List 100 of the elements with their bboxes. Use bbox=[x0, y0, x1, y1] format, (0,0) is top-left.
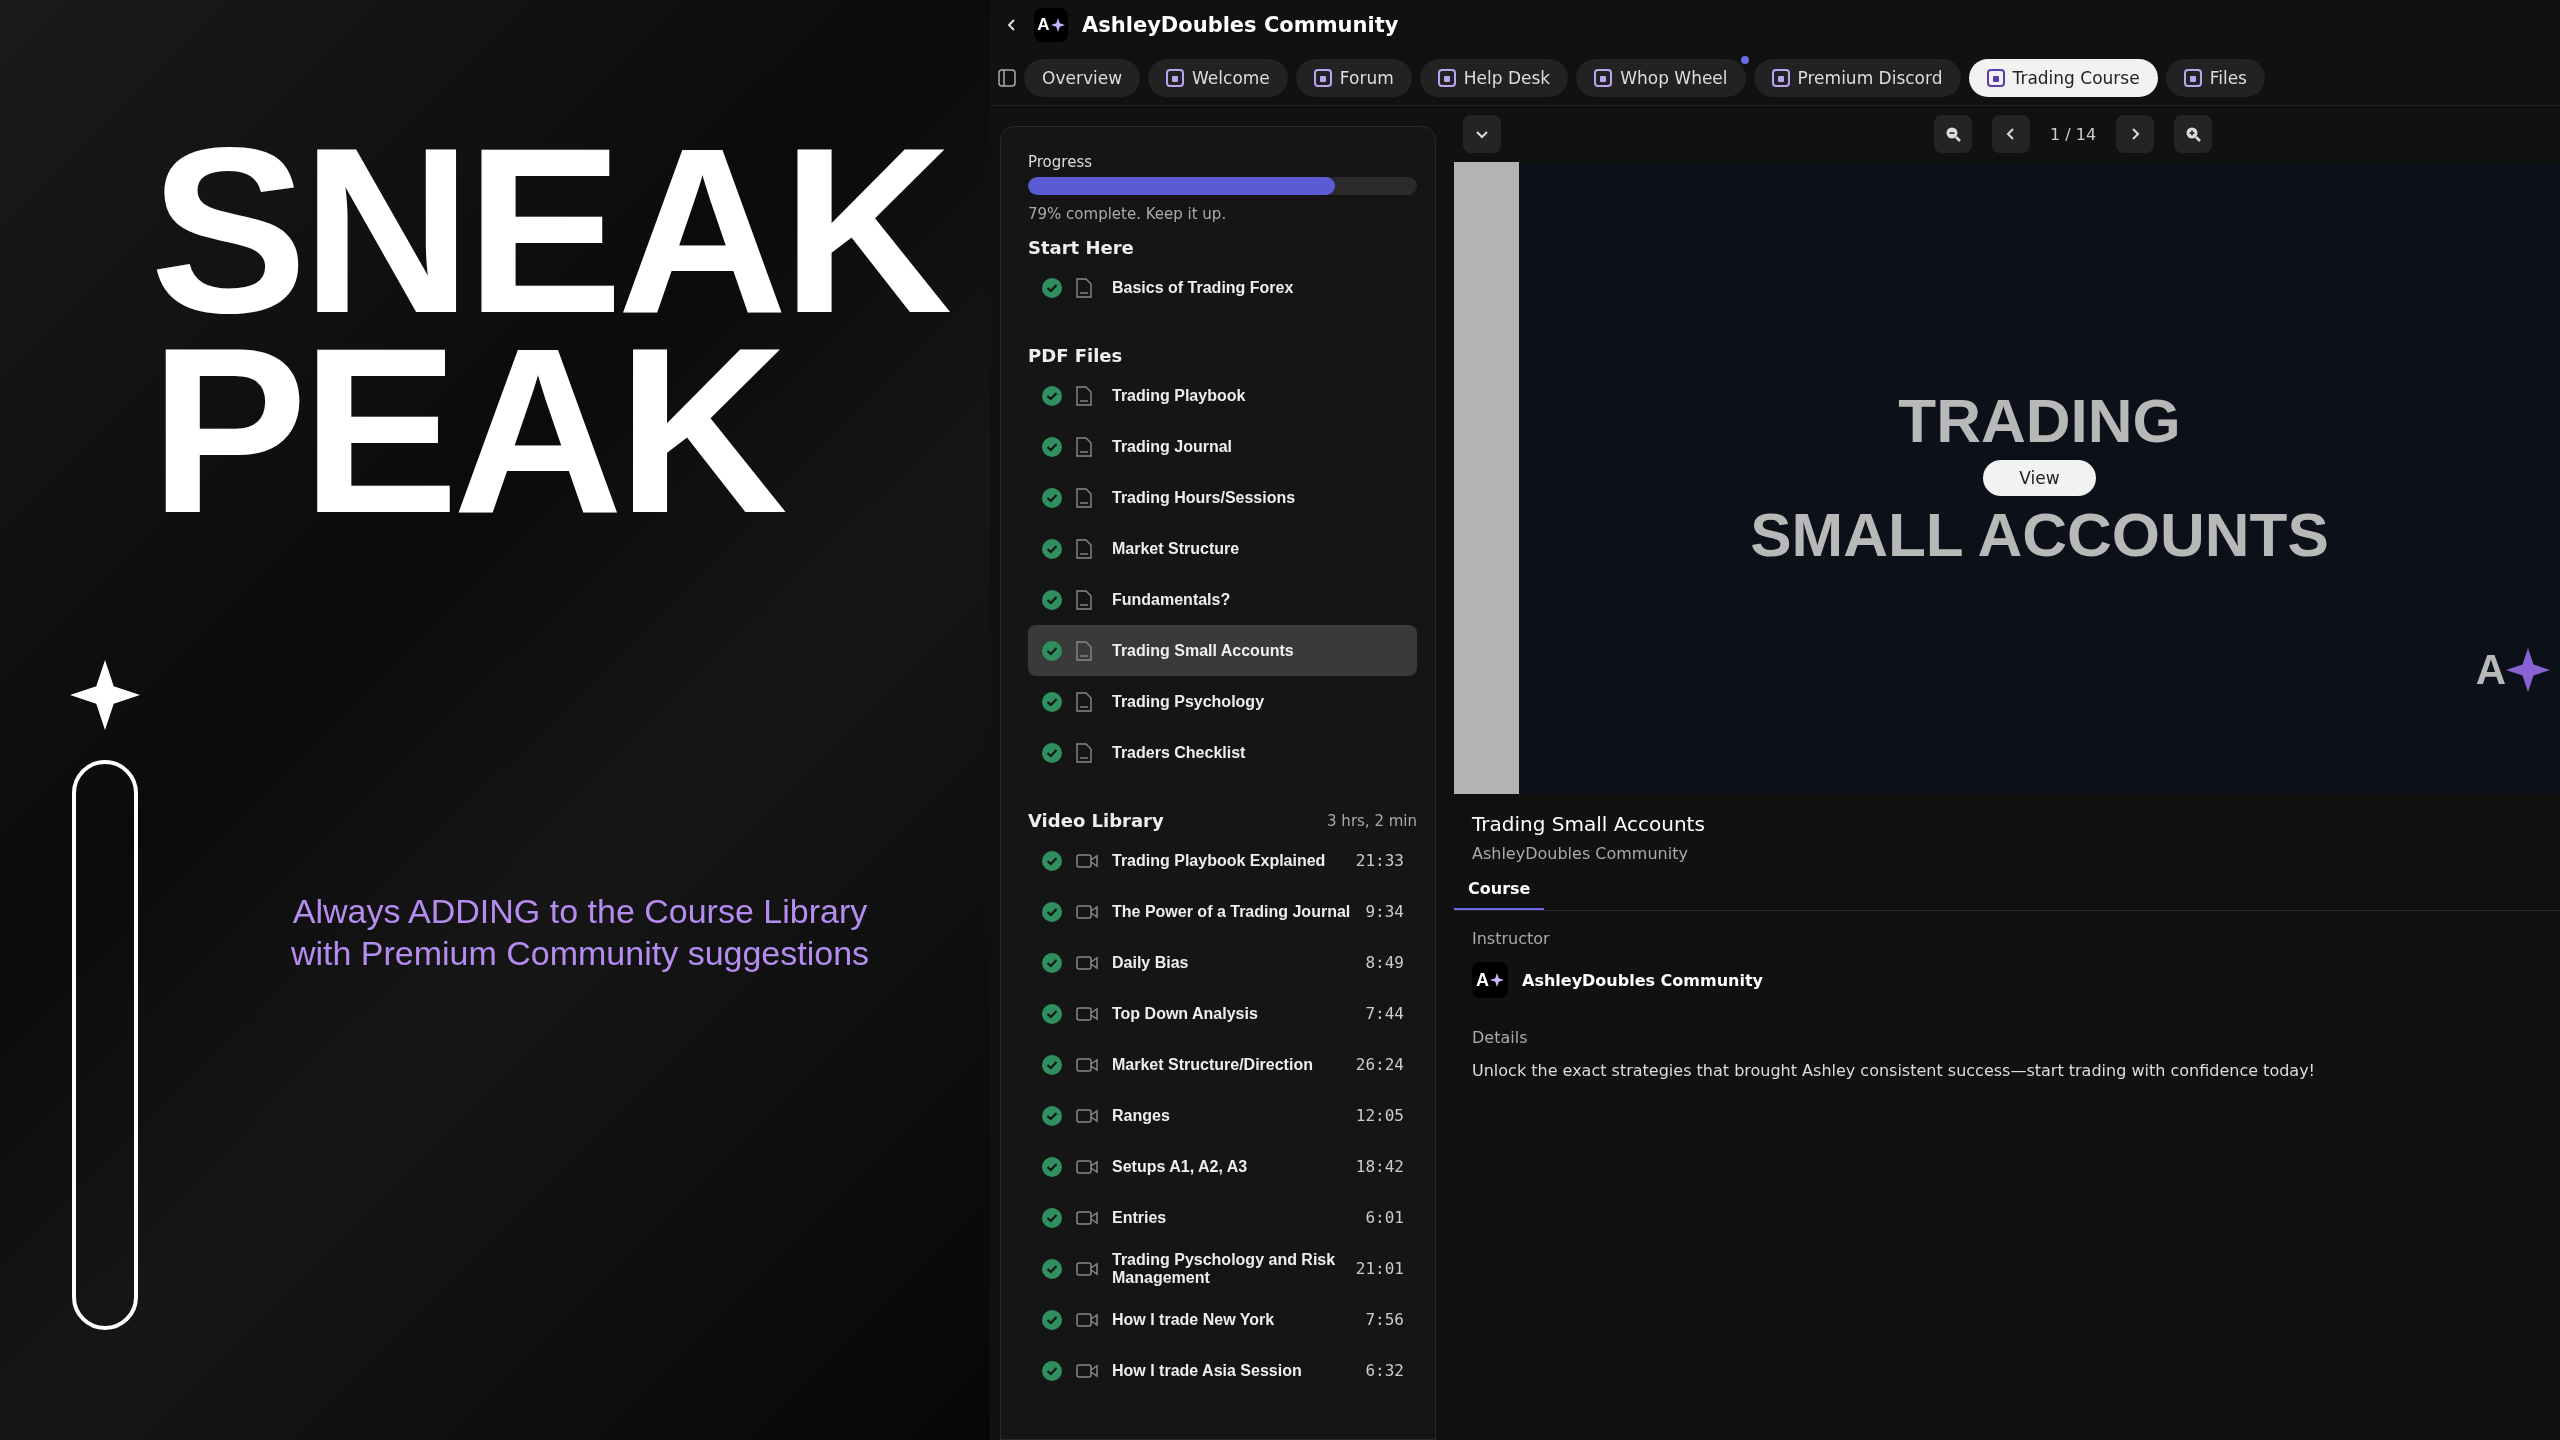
pdf-file-icon bbox=[1076, 385, 1092, 406]
lesson-title: How I trade Asia Session bbox=[1112, 1361, 1303, 1380]
app-icon bbox=[1771, 68, 1790, 87]
nav-tab[interactable]: Premium Discord bbox=[1753, 58, 1961, 97]
lesson-item[interactable]: How I trade Asia Session 6:32 bbox=[1028, 1345, 1417, 1396]
tagline: Always ADDING to the Course Library with Premium Community suggestions bbox=[289, 891, 871, 974]
zoom-out-icon bbox=[1945, 126, 1961, 142]
details-tab[interactable]: Course bbox=[1454, 873, 1545, 910]
nav-tab[interactable]: Trading Course bbox=[1968, 58, 2158, 97]
slide-title: TRADING bbox=[1898, 386, 2181, 456]
video-camera-icon bbox=[1076, 1107, 1098, 1124]
video-camera-icon bbox=[1076, 852, 1098, 869]
lesson-item[interactable]: Trading Playbook bbox=[1028, 370, 1417, 421]
check-icon bbox=[1042, 1360, 1062, 1381]
lesson-item[interactable]: Market Structure bbox=[1028, 523, 1417, 574]
nav-tab[interactable]: Welcome bbox=[1148, 58, 1288, 97]
instructor-name: AshleyDoubles Community bbox=[1522, 970, 1764, 990]
app-icon bbox=[1313, 68, 1332, 87]
check-icon bbox=[1042, 1156, 1062, 1177]
lesson-item[interactable]: Top Down Analysis 7:44 bbox=[1028, 988, 1417, 1039]
app-icon bbox=[1166, 68, 1185, 87]
lesson-title: Setups A1, A2, A3 bbox=[1112, 1157, 1249, 1176]
lesson-item[interactable]: Traders Checklist bbox=[1028, 727, 1417, 778]
pdf-file-icon bbox=[1076, 436, 1092, 457]
lesson-title: How I trade New York bbox=[1112, 1310, 1276, 1329]
page-counter: 1 / 14 bbox=[2050, 124, 2097, 144]
check-icon bbox=[1042, 901, 1062, 922]
view-button[interactable]: View bbox=[1983, 460, 2096, 496]
lesson-duration: 8:49 bbox=[1365, 953, 1404, 972]
video-camera-icon bbox=[1076, 1209, 1098, 1226]
lesson-duration: 26:24 bbox=[1355, 1055, 1404, 1074]
lesson-item[interactable]: Setups A1, A2, A3 18:42 bbox=[1028, 1141, 1417, 1192]
lesson-duration: 7:44 bbox=[1365, 1004, 1404, 1023]
check-icon bbox=[1042, 487, 1062, 508]
details-label: Details bbox=[1471, 1028, 1529, 1047]
check-icon bbox=[1042, 1054, 1062, 1075]
app-icon bbox=[1986, 68, 2005, 87]
lesson-item[interactable]: Fundamentals? bbox=[1028, 574, 1417, 625]
lesson-item[interactable]: Trading Pyschology and Risk Management 21:01 bbox=[1028, 1243, 1417, 1294]
lesson-title: Trading Playbook bbox=[1112, 386, 1247, 405]
check-icon bbox=[1042, 277, 1062, 298]
check-icon bbox=[1042, 589, 1062, 610]
nav-tab[interactable]: Overview bbox=[1024, 58, 1141, 97]
sidebar-toggle-icon[interactable] bbox=[998, 68, 1016, 87]
app-icon bbox=[1437, 68, 1456, 87]
pdf-file-icon bbox=[1076, 589, 1092, 610]
section-title: Start Here bbox=[1028, 237, 1134, 258]
lesson-item[interactable]: Trading Playbook Explained 21:33 bbox=[1028, 835, 1417, 886]
nav-tab[interactable]: Whop Wheel bbox=[1576, 58, 1746, 97]
pdf-file-icon bbox=[1076, 538, 1092, 559]
previous-page-button[interactable] bbox=[1992, 115, 2030, 153]
pdf-file-icon bbox=[1076, 640, 1092, 661]
lesson-title: Trading Hours/Sessions bbox=[1112, 488, 1297, 507]
check-icon bbox=[1042, 436, 1062, 457]
lesson-item[interactable]: How I trade New York 7:56 bbox=[1028, 1294, 1417, 1345]
lesson-duration: 21:33 bbox=[1355, 851, 1404, 870]
progress-caption: 79% complete. Keep it up. bbox=[1028, 205, 1228, 223]
nav-tab[interactable]: Forum bbox=[1295, 58, 1412, 97]
lesson-item[interactable]: Market Structure/Direction 26:24 bbox=[1028, 1039, 1417, 1090]
nav-tab[interactable]: Help Desk bbox=[1419, 58, 1569, 97]
check-icon bbox=[1042, 742, 1062, 763]
check-icon bbox=[1042, 1207, 1062, 1228]
lesson-title: Entries bbox=[1112, 1208, 1168, 1227]
lesson-item[interactable]: The Power of a Trading Journal 9:34 bbox=[1028, 886, 1417, 937]
community-title: AshleyDoubles Community bbox=[1082, 13, 1399, 37]
pdf-file-icon bbox=[1076, 691, 1092, 712]
zoom-in-icon bbox=[2185, 126, 2202, 142]
instructor-label: Instructor bbox=[1471, 929, 1551, 948]
lesson-title: Ranges bbox=[1112, 1106, 1171, 1125]
community-logo: A bbox=[1034, 8, 1068, 42]
video-camera-icon bbox=[1076, 1260, 1098, 1277]
course-subtitle: AshleyDoubles Community bbox=[1471, 844, 1689, 863]
lesson-title: Fundamentals? bbox=[1112, 590, 1232, 609]
lesson-item[interactable]: Trading Hours/Sessions bbox=[1028, 472, 1417, 523]
lesson-item[interactable]: Trading Psychology bbox=[1028, 676, 1417, 727]
lesson-item[interactable]: Ranges 12:05 bbox=[1028, 1090, 1417, 1141]
check-icon bbox=[1042, 640, 1062, 661]
course-title: Trading Small Accounts bbox=[1471, 812, 1706, 836]
nav-tab[interactable]: Files bbox=[2165, 58, 2265, 97]
lesson-item[interactable]: Trading Small Accounts bbox=[1028, 625, 1417, 676]
lesson-item[interactable]: Daily Bias 8:49 bbox=[1028, 937, 1417, 988]
pdf-file-icon bbox=[1076, 277, 1092, 298]
video-camera-icon bbox=[1076, 1056, 1098, 1073]
check-icon bbox=[1042, 1309, 1062, 1330]
sparkle-icon bbox=[1490, 973, 1504, 987]
sparkle-icon bbox=[2506, 648, 2550, 692]
lesson-item[interactable]: Basics of Trading Forex bbox=[1028, 262, 1417, 313]
lesson-item[interactable]: Trading Journal bbox=[1028, 421, 1417, 472]
lesson-duration: 12:05 bbox=[1355, 1106, 1404, 1125]
course-description: Unlock the exact strategies that brought Ashley consistent success—start trading with confidence today! bbox=[1472, 1061, 2316, 1080]
collapse-button[interactable] bbox=[1463, 115, 1501, 153]
lesson-title: Basics of Trading Forex bbox=[1112, 278, 1295, 297]
lesson-duration: 21:01 bbox=[1355, 1259, 1404, 1278]
zoom-out-button[interactable] bbox=[1934, 115, 1972, 153]
zoom-in-button[interactable] bbox=[2174, 115, 2213, 153]
lesson-title: Trading Small Accounts bbox=[1112, 641, 1295, 660]
next-page-button[interactable] bbox=[2116, 115, 2155, 153]
sparkle-icon bbox=[70, 660, 140, 730]
check-icon bbox=[1042, 691, 1062, 712]
lesson-item[interactable]: Entries 6:01 bbox=[1028, 1192, 1417, 1243]
